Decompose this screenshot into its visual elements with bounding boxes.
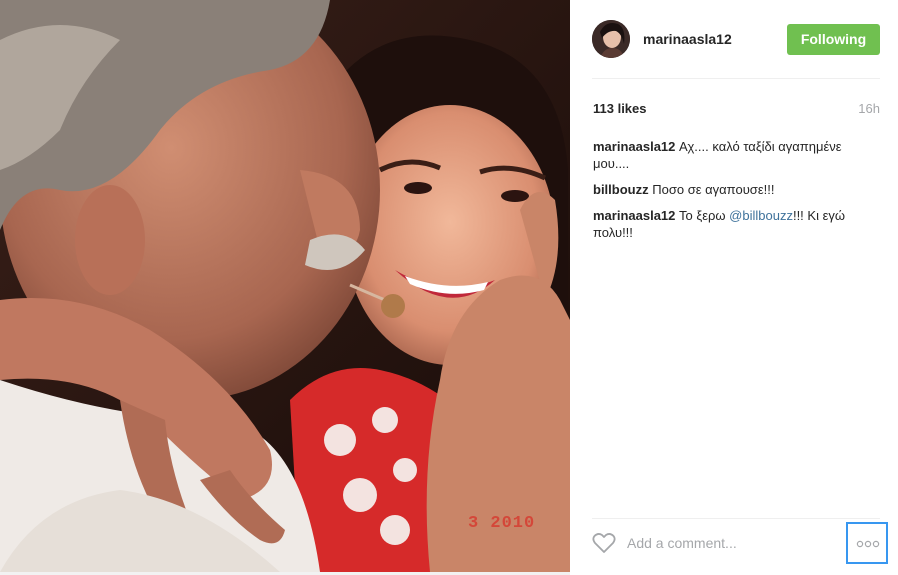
comment-input[interactable] [627, 532, 827, 554]
comment-author[interactable]: marinaasla12 [593, 208, 675, 223]
photo-date-stamp: 3 2010 [468, 514, 536, 533]
mention-link[interactable]: @billbouzz [729, 208, 793, 223]
heart-icon[interactable] [592, 532, 616, 554]
comments-list: marinaasla12 Αχ.... καλό ταξίδι αγαπημέν… [593, 138, 878, 250]
post-modal: 3 2010 marinaasla12 Following 113 likes … [0, 0, 898, 575]
comment-text: Το ξερω [679, 208, 726, 223]
comment-item: billbouzz Ποσο σε αγαπουσε!!! [593, 181, 878, 198]
likes-count[interactable]: 113 likes [593, 101, 647, 116]
comment-item: marinaasla12 Αχ.... καλό ταξίδι αγαπημέν… [593, 138, 878, 172]
comment-author[interactable]: marinaasla12 [593, 139, 675, 154]
photo-image [0, 0, 570, 572]
avatar-image [592, 20, 630, 58]
avatar[interactable] [592, 20, 630, 58]
more-options-button[interactable] [846, 522, 888, 564]
comment-item: marinaasla12 Το ξερω @billbouzz!!! Κι εγ… [593, 207, 878, 241]
comment-author[interactable]: billbouzz [593, 182, 649, 197]
header-divider [592, 78, 880, 79]
more-options-icon [856, 540, 880, 548]
post-footer [570, 518, 898, 568]
post-photo[interactable]: 3 2010 [0, 0, 570, 572]
username-link[interactable]: marinaasla12 [643, 31, 732, 47]
following-button[interactable]: Following [787, 24, 880, 55]
post-header: marinaasla12 Following [570, 0, 898, 78]
comment-text: Ποσο σε αγαπουσε!!! [652, 182, 775, 197]
post-timestamp[interactable]: 16h [858, 101, 880, 116]
post-details-panel: marinaasla12 Following 113 likes 16h mar… [570, 0, 898, 575]
